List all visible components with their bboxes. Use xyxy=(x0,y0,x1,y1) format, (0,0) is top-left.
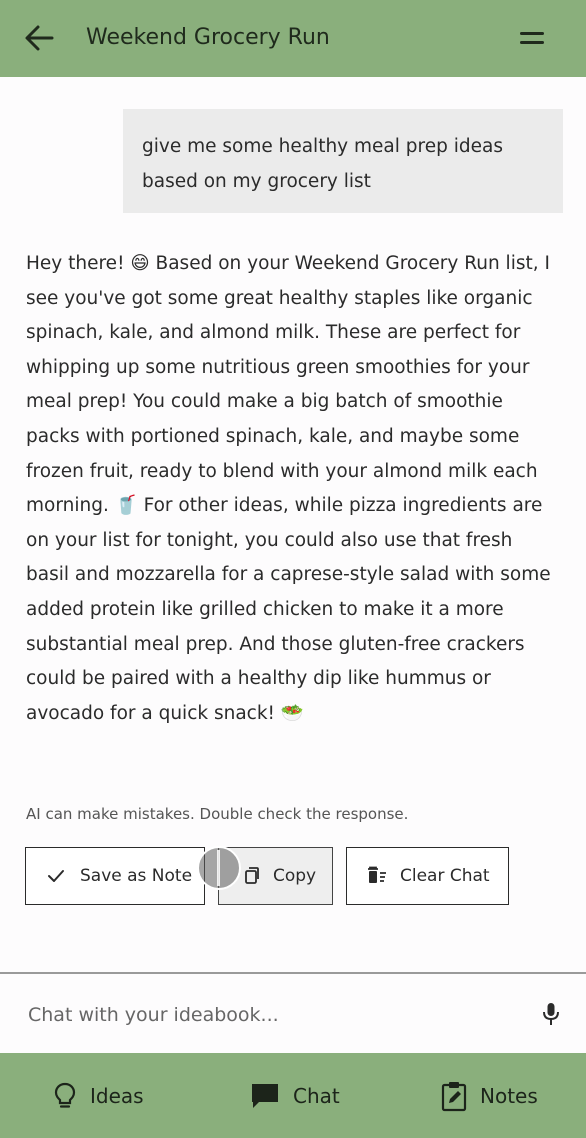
save-as-note-label: Save as Note xyxy=(80,866,193,886)
nav-chat-label: Chat xyxy=(293,1083,340,1108)
nav-notes-label: Notes xyxy=(480,1083,538,1108)
clear-chat-icon xyxy=(368,866,386,883)
chat-input[interactable] xyxy=(26,995,510,1035)
save-as-note-button[interactable]: Save as Note xyxy=(25,847,205,905)
user-message-bubble: give me some healthy meal prep ideas bas… xyxy=(123,109,563,213)
microphone-button[interactable] xyxy=(539,1001,563,1027)
checkmark-icon xyxy=(48,870,64,882)
app-header: Weekend Grocery Run xyxy=(0,0,586,77)
ai-disclaimer: AI can make mistakes. Double check the r… xyxy=(26,805,409,823)
back-button[interactable] xyxy=(22,22,56,54)
clear-chat-label: Clear Chat xyxy=(400,866,490,886)
touch-indicator xyxy=(197,846,241,890)
ai-response: Hey there! 😄 Based on your Weekend Groce… xyxy=(26,253,551,724)
microphone-icon xyxy=(543,1003,559,1025)
chat-bubble-icon xyxy=(252,1083,278,1108)
page-title: Weekend Grocery Run xyxy=(86,25,330,50)
arrow-left-icon xyxy=(25,25,54,51)
copy-icon xyxy=(245,867,259,884)
menu-button[interactable] xyxy=(517,26,547,50)
clipboard-edit-icon xyxy=(441,1081,467,1111)
lightbulb-icon xyxy=(54,1082,76,1108)
nav-notes[interactable]: Notes xyxy=(440,1053,538,1138)
input-divider xyxy=(0,972,586,974)
nav-chat[interactable]: Chat xyxy=(249,1053,340,1138)
hamburger-menu-icon xyxy=(520,32,544,44)
clear-chat-button[interactable]: Clear Chat xyxy=(346,847,509,905)
nav-ideas[interactable]: Ideas xyxy=(52,1053,144,1138)
nav-ideas-label: Ideas xyxy=(90,1083,144,1108)
bottom-navigation: Ideas Chat Notes xyxy=(0,1053,586,1138)
copy-label: Copy xyxy=(273,866,317,886)
